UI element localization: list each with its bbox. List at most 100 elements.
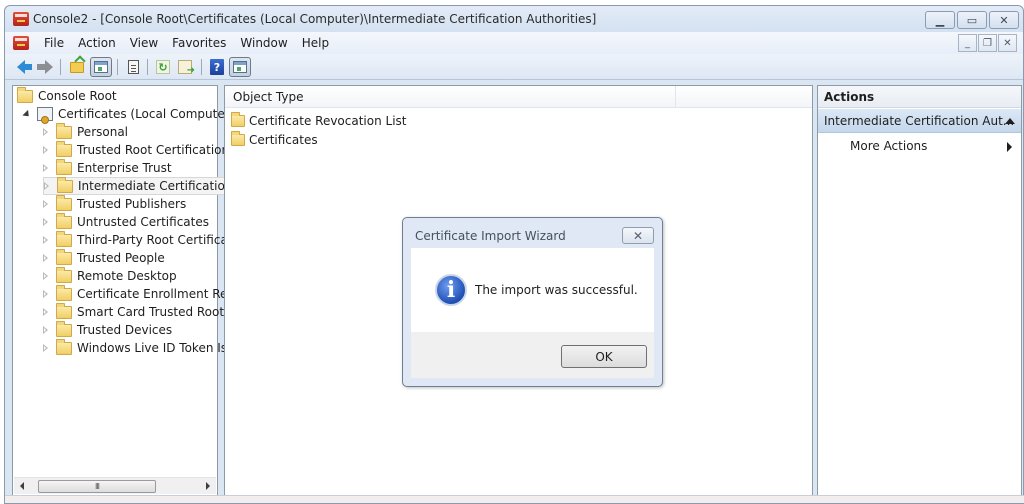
minimize-button[interactable]: ▁ <box>925 11 955 29</box>
collapsed-arrow-icon[interactable] <box>43 146 48 154</box>
collapsed-arrow-icon[interactable] <box>43 218 48 226</box>
tree-item-certificates[interactable]: Certificates (Local Computer) <box>22 105 235 124</box>
menu-favorites[interactable]: Favorites <box>165 36 233 50</box>
menu-bar: File Action View Favorites Window Help _… <box>5 32 1023 54</box>
collapsed-arrow-icon[interactable] <box>43 326 48 334</box>
show-hide-action-pane-button[interactable] <box>229 57 251 77</box>
thumb-grip-icon: III <box>94 482 100 491</box>
close-button[interactable]: ✕ <box>989 11 1019 29</box>
tree-item-label: Remote Desktop <box>77 269 177 283</box>
tree-item[interactable]: Trusted Devices <box>43 320 172 339</box>
folder-icon <box>56 212 72 229</box>
collapsed-arrow-icon[interactable] <box>44 182 49 190</box>
collapsed-arrow-icon[interactable] <box>43 290 48 298</box>
tree-item[interactable]: Untrusted Certificates <box>43 212 209 231</box>
tree-item[interactable]: Enterprise Trust <box>43 158 172 177</box>
tree-item-label: Certificates (Local Computer) <box>58 107 235 121</box>
collapsed-arrow-icon[interactable] <box>43 236 48 244</box>
collapsed-arrow-icon[interactable] <box>43 308 48 316</box>
tree-item[interactable]: Windows Live ID Token Iss <box>43 338 234 357</box>
refresh-icon: ↻ <box>156 60 170 74</box>
collapsed-arrow-icon[interactable] <box>43 164 48 172</box>
scroll-left-icon[interactable] <box>20 482 24 490</box>
export-list-button[interactable] <box>175 57 195 77</box>
toolbar-separator <box>117 59 118 75</box>
up-one-level-button[interactable] <box>67 57 87 77</box>
minimize-icon: _ <box>965 37 970 49</box>
collapsed-arrow-icon[interactable] <box>43 344 48 352</box>
menu-view[interactable]: View <box>123 36 165 50</box>
action-more-actions[interactable]: More Actions <box>818 138 1021 158</box>
dialog-close-button[interactable]: ✕ <box>622 227 654 244</box>
restore-icon: ❐ <box>983 37 992 49</box>
folder-icon <box>56 194 72 211</box>
menu-file[interactable]: File <box>37 36 71 50</box>
tree-item[interactable]: Smart Card Trusted Roots <box>43 302 231 321</box>
tree-item[interactable]: Certificate Enrollment Requ <box>43 284 243 303</box>
tree-item[interactable]: Trusted Publishers <box>43 194 186 213</box>
collapse-icon[interactable] <box>1005 118 1015 124</box>
folder-icon <box>231 112 245 127</box>
folder-icon <box>56 320 72 337</box>
tree-item[interactable]: Third-Party Root Certificat <box>43 230 233 249</box>
info-icon: i <box>435 274 467 306</box>
properties-button[interactable] <box>123 57 143 77</box>
scroll-right-icon[interactable] <box>206 482 210 490</box>
tree-item-label: Console Root <box>38 89 117 103</box>
tree-item-label: Smart Card Trusted Roots <box>77 305 231 319</box>
status-bar <box>5 495 1024 503</box>
close-icon: ✕ <box>999 13 1009 27</box>
menu-window[interactable]: Window <box>233 36 294 50</box>
actions-header: Actions <box>818 86 1021 108</box>
scrollbar-thumb[interactable]: III <box>38 480 156 493</box>
menu-action[interactable]: Action <box>71 36 123 50</box>
refresh-button[interactable]: ↻ <box>153 57 173 77</box>
tree-item-console-root[interactable]: Console Root <box>17 86 117 105</box>
folder-icon <box>231 131 245 146</box>
expanded-arrow-icon[interactable] <box>22 109 32 119</box>
mdi-minimize-button[interactable]: _ <box>958 34 977 52</box>
collapsed-arrow-icon[interactable] <box>43 272 48 280</box>
tree-item-label: Enterprise Trust <box>77 161 172 175</box>
list-item[interactable]: Certificates <box>231 131 318 149</box>
collapsed-arrow-icon[interactable] <box>43 200 48 208</box>
collapsed-arrow-icon[interactable] <box>43 128 48 136</box>
collapsed-arrow-icon[interactable] <box>43 254 48 262</box>
folder-icon <box>17 86 33 103</box>
actions-group-header[interactable]: Intermediate Certification Aut... <box>818 109 1021 133</box>
tree-item-label: Certificate Enrollment Requ <box>77 287 243 301</box>
forward-button[interactable] <box>35 57 55 77</box>
folder-icon <box>56 284 72 301</box>
toolbar-separator <box>201 59 202 75</box>
folder-icon <box>56 266 72 283</box>
tree-item[interactable]: Trusted Root Certification . <box>43 140 237 159</box>
tree-item[interactable]: Trusted People <box>43 248 165 267</box>
tree-item-label: Windows Live ID Token Iss <box>77 341 234 355</box>
mdi-close-button[interactable]: ✕ <box>998 34 1017 52</box>
menu-help[interactable]: Help <box>295 36 336 50</box>
help-icon: ? <box>210 59 224 75</box>
list-item[interactable]: Certificate Revocation List <box>231 112 407 130</box>
ok-button[interactable]: OK <box>561 345 647 368</box>
dialog-message: The import was successful. <box>475 283 638 297</box>
show-hide-console-tree-button[interactable] <box>90 57 112 77</box>
tree-item[interactable]: Intermediate Certification . <box>43 176 242 195</box>
column-divider[interactable] <box>675 86 676 108</box>
ok-button-label: OK <box>595 349 613 364</box>
maximize-icon: ▭ <box>966 13 978 27</box>
mdi-restore-button[interactable]: ❐ <box>978 34 997 52</box>
column-header-object-type[interactable]: Object Type <box>233 90 303 104</box>
horizontal-scrollbar[interactable]: III <box>14 477 216 494</box>
back-button[interactable] <box>11 57 32 77</box>
console-icon[interactable] <box>13 36 29 50</box>
minimize-icon: ▁ <box>935 13 945 27</box>
title-bar[interactable]: Console2 - [Console Root\Certificates (L… <box>5 6 1023 32</box>
tree-item[interactable]: Personal <box>43 122 128 141</box>
app-icon <box>13 12 29 26</box>
back-arrow-icon <box>17 60 32 74</box>
maximize-button[interactable]: ▭ <box>957 11 987 29</box>
help-button[interactable]: ? <box>207 57 227 77</box>
tree-item[interactable]: Remote Desktop <box>43 266 177 285</box>
list-item-label: Certificate Revocation List <box>249 114 407 128</box>
close-icon: ✕ <box>1003 37 1012 49</box>
